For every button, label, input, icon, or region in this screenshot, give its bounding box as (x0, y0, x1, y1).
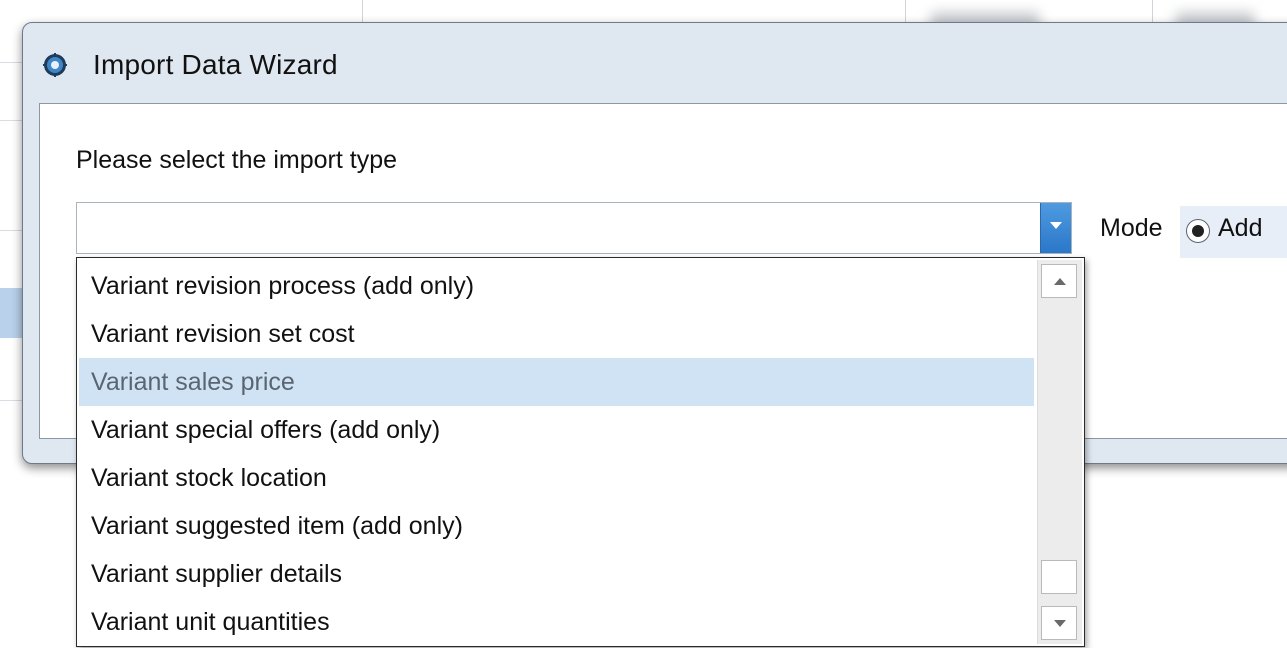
vertical-scrollbar[interactable] (1037, 260, 1082, 644)
list-item[interactable]: Variant special offers (add only) (79, 406, 1034, 454)
scrollbar-thumb[interactable] (1041, 560, 1077, 594)
chevron-up-icon (1054, 278, 1066, 285)
chevron-down-icon (1054, 620, 1066, 627)
window-title: Import Data Wizard (93, 49, 338, 80)
import-type-prompt: Please select the import type (76, 146, 397, 174)
chevron-down-icon (1050, 222, 1062, 229)
gear-icon (43, 53, 67, 77)
mode-add-radio[interactable]: Add (1180, 206, 1287, 258)
title-bar[interactable]: Import Data Wizard (23, 23, 1287, 103)
radio-selected-icon[interactable] (1186, 219, 1210, 243)
import-type-combobox[interactable] (76, 202, 1072, 254)
list-item[interactable]: Variant revision process (add only) (79, 262, 1034, 310)
list-item[interactable]: Variant unit quantities (79, 598, 1034, 646)
bg-selected-row (0, 288, 22, 338)
scroll-up-button[interactable] (1041, 264, 1077, 298)
list-item[interactable]: Variant supplier details (79, 550, 1034, 598)
list-item-selected[interactable]: Variant sales price (79, 358, 1034, 406)
combobox-dropdown-button[interactable] (1040, 203, 1071, 253)
mode-label: Mode (1100, 214, 1163, 242)
list-item[interactable]: Variant revision set cost (79, 310, 1034, 358)
scroll-down-button[interactable] (1041, 606, 1077, 640)
mode-add-label: Add (1218, 214, 1263, 242)
list-item[interactable]: Variant stock location (79, 454, 1034, 502)
import-type-dropdown-list[interactable]: Variant revision process (add only) Vari… (76, 257, 1085, 647)
list-item[interactable]: Variant suggested item (add only) (79, 502, 1034, 550)
